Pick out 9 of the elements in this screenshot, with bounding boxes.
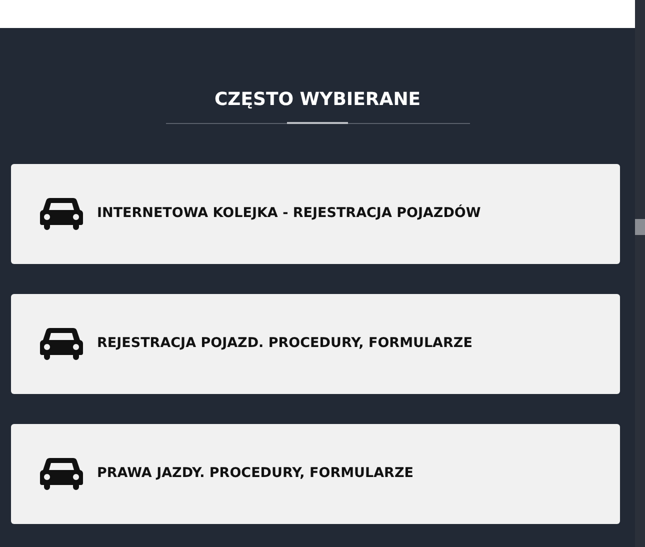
link-card[interactable]: REJESTRACJA POJAZD. PROCEDURY, FORMULARZE [11, 294, 620, 394]
link-card[interactable]: INTERNETOWA KOLEJKA - REJESTRACJA POJAZDÓW [11, 164, 620, 264]
scrollbar[interactable] [635, 0, 645, 547]
car-icon [40, 197, 83, 230]
car-icon [40, 327, 83, 360]
car-icon [40, 457, 83, 490]
link-card[interactable]: PRAWA JAZDY. PROCEDURY, FORMULARZE [11, 424, 620, 524]
section-title: CZĘSTO WYBIERANE [213, 89, 422, 111]
scrollbar-thumb[interactable] [635, 219, 645, 235]
